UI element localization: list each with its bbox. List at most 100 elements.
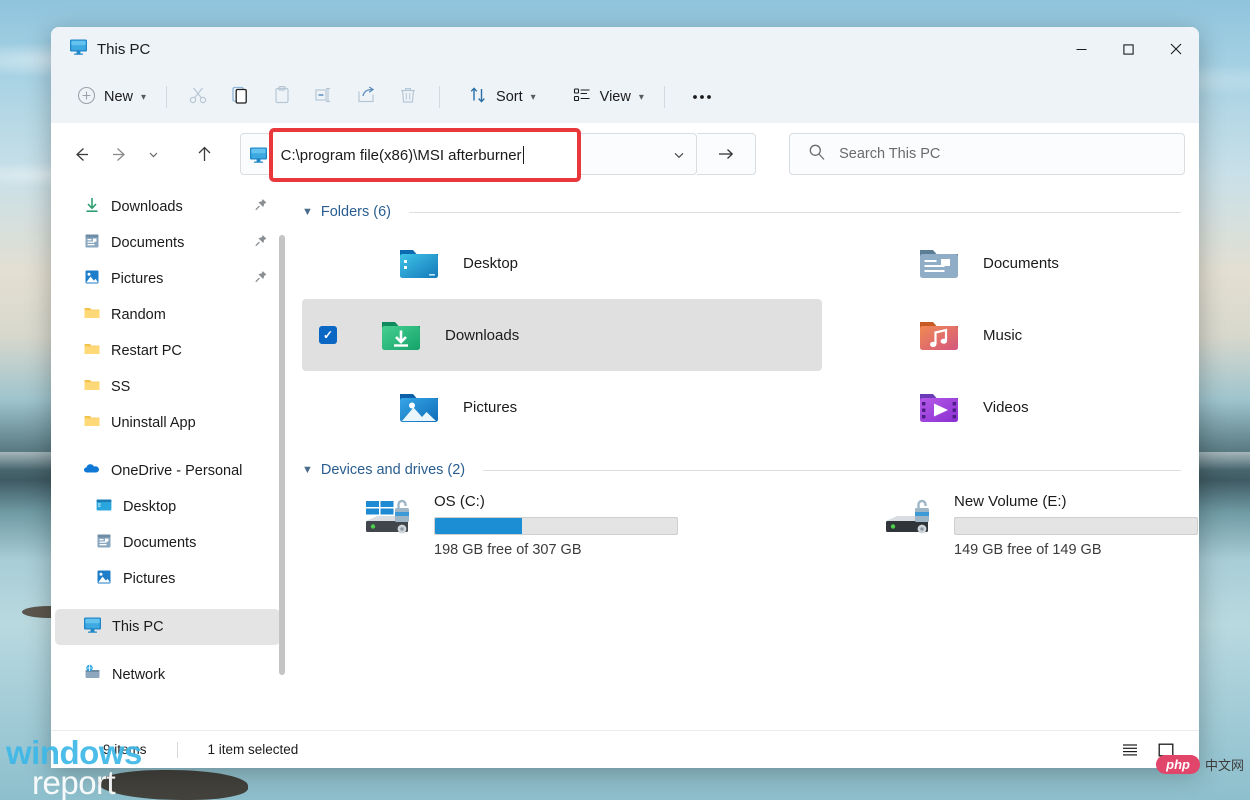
group-header-devices[interactable]: ▼ Devices and drives (2) bbox=[302, 457, 1181, 483]
folder-icon bbox=[83, 412, 101, 435]
sidebar-item-label: Documents bbox=[123, 535, 196, 551]
group-divider bbox=[409, 212, 1181, 213]
address-input[interactable]: C:\program file(x86)\MSI afterburner bbox=[281, 147, 522, 164]
new-button[interactable]: New ▾ bbox=[67, 79, 156, 115]
drive-tile-new-volume-e[interactable]: New Volume (E:) 149 GB free of 149 GB bbox=[822, 485, 1198, 571]
folder-tile-music[interactable]: ✓ Music bbox=[822, 299, 1181, 371]
desktop-icon bbox=[95, 496, 113, 519]
drive-tile-os-c[interactable]: OS (C:) 198 GB free of 307 GB bbox=[302, 485, 822, 571]
copy-button[interactable] bbox=[219, 79, 261, 115]
videos-folder-icon bbox=[915, 383, 963, 431]
status-bar: 9 items 1 item selected bbox=[51, 730, 1199, 768]
sidebar-item-pictures[interactable]: Pictures bbox=[55, 261, 280, 297]
clipboard-paste-icon bbox=[272, 85, 292, 110]
this-pc-monitor-icon bbox=[83, 615, 102, 639]
sidebar-item-label: Pictures bbox=[123, 571, 175, 587]
sidebar-item-desktop[interactable]: Desktop bbox=[55, 489, 280, 525]
view-button[interactable]: View ▾ bbox=[562, 79, 654, 115]
downloads-arrow-icon bbox=[83, 196, 101, 219]
window-controls bbox=[1058, 27, 1199, 71]
close-button[interactable] bbox=[1152, 27, 1199, 71]
share-button[interactable] bbox=[345, 79, 387, 115]
pictures-icon bbox=[95, 568, 113, 591]
toolbar-divider-1 bbox=[166, 86, 167, 108]
selection-count-text: 1 item selected bbox=[208, 742, 299, 757]
chevron-down-icon[interactable]: ▼ bbox=[302, 206, 313, 218]
selection-checkbox[interactable]: ✓ bbox=[319, 326, 337, 344]
rename-icon bbox=[314, 85, 334, 110]
address-input-highlight[interactable]: C:\program file(x86)\MSI afterburner bbox=[269, 128, 581, 182]
explorer-body: Downloads Documents bbox=[51, 185, 1199, 730]
folder-tile-label: Desktop bbox=[463, 255, 518, 272]
content-pane: ▼ Folders (6) ✓ bbox=[288, 185, 1199, 730]
folder-tile-desktop[interactable]: ✓ Des bbox=[302, 227, 822, 299]
documents-folder-icon bbox=[915, 239, 963, 287]
back-button[interactable] bbox=[65, 137, 99, 171]
group-header-folders[interactable]: ▼ Folders (6) bbox=[302, 199, 1181, 225]
search-input[interactable]: Search This PC bbox=[839, 146, 940, 162]
sidebar-item-onedrive[interactable]: OneDrive - Personal bbox=[55, 453, 280, 489]
drive-free-text: 198 GB free of 307 GB bbox=[434, 542, 678, 558]
go-navigate-button[interactable] bbox=[697, 133, 756, 175]
wallpaper-rock-2 bbox=[98, 770, 248, 800]
sidebar-item-label: This PC bbox=[112, 619, 164, 635]
address-dropdown-button[interactable] bbox=[672, 134, 686, 176]
sort-button[interactable]: Sort ▾ bbox=[458, 79, 546, 115]
cut-button[interactable] bbox=[177, 79, 219, 115]
rename-button[interactable] bbox=[303, 79, 345, 115]
sidebar-item-uninstall-app[interactable]: Uninstall App bbox=[55, 405, 280, 441]
tiles-view-icon[interactable] bbox=[1151, 737, 1181, 763]
forward-button[interactable] bbox=[103, 137, 137, 171]
address-bar[interactable]: C:\program file(x86)\MSI afterburner bbox=[240, 133, 697, 175]
sidebar-item-ss[interactable]: SS bbox=[55, 369, 280, 405]
pictures-icon bbox=[83, 268, 101, 291]
network-icon bbox=[83, 663, 102, 687]
windows-drive-lock-icon bbox=[364, 491, 422, 539]
sidebar-item-onedrive-pictures[interactable]: Pictures bbox=[55, 561, 280, 597]
sidebar-item-label: Random bbox=[111, 307, 166, 323]
search-box[interactable]: Search This PC bbox=[789, 133, 1185, 175]
ellipsis-icon bbox=[691, 88, 713, 106]
folder-tile-label: Documents bbox=[983, 255, 1059, 272]
folder-tile-documents[interactable]: ✓ Documents bbox=[822, 227, 1181, 299]
list-view-icon[interactable] bbox=[1115, 737, 1145, 763]
folder-tile-label: Pictures bbox=[463, 399, 517, 416]
sidebar-item-random[interactable]: Random bbox=[55, 297, 280, 333]
maximize-button[interactable] bbox=[1105, 27, 1152, 71]
sidebar-item-downloads[interactable]: Downloads bbox=[55, 189, 280, 225]
more-options-button[interactable] bbox=[681, 79, 723, 115]
title-bar: This PC bbox=[51, 27, 1199, 71]
sidebar-scrollbar[interactable] bbox=[279, 235, 285, 675]
status-divider bbox=[177, 742, 178, 758]
toolbar-divider-3 bbox=[664, 86, 665, 108]
chevron-down-icon[interactable]: ▼ bbox=[302, 464, 313, 476]
view-button-label: View bbox=[600, 89, 631, 105]
drive-usage-bar bbox=[434, 517, 678, 535]
sidebar-item-documents[interactable]: Documents bbox=[55, 225, 280, 261]
sidebar-item-onedrive-documents[interactable]: Documents bbox=[55, 525, 280, 561]
group-title: Devices and drives (2) bbox=[321, 462, 465, 478]
pin-icon[interactable] bbox=[254, 234, 268, 253]
chevron-down-icon: ▾ bbox=[141, 92, 146, 103]
delete-button[interactable] bbox=[387, 79, 429, 115]
folder-tile-videos[interactable]: ✓ bbox=[822, 371, 1181, 443]
folder-tile-downloads[interactable]: ✓ Downloads bbox=[302, 299, 822, 371]
folder-tile-pictures[interactable]: ✓ Pictures bbox=[302, 371, 822, 443]
minimize-button[interactable] bbox=[1058, 27, 1105, 71]
pin-icon[interactable] bbox=[254, 198, 268, 217]
group-title: Folders (6) bbox=[321, 204, 391, 220]
sidebar-item-label: Restart PC bbox=[111, 343, 182, 359]
navigation-pane: Downloads Documents bbox=[51, 185, 288, 730]
sidebar-item-label: SS bbox=[111, 379, 130, 395]
folder-icon bbox=[83, 376, 101, 399]
sidebar-item-network[interactable]: Network bbox=[55, 657, 280, 693]
paste-button[interactable] bbox=[261, 79, 303, 115]
toolbar-divider-2 bbox=[439, 86, 440, 108]
chevron-down-icon: ▾ bbox=[639, 92, 644, 103]
recent-locations-button[interactable] bbox=[140, 137, 166, 171]
pin-icon[interactable] bbox=[254, 270, 268, 289]
sidebar-item-this-pc[interactable]: This PC bbox=[55, 609, 280, 645]
sidebar-item-restart-pc[interactable]: Restart PC bbox=[55, 333, 280, 369]
php-watermark-text: 中文网 bbox=[1205, 755, 1244, 774]
up-button[interactable] bbox=[188, 137, 222, 171]
